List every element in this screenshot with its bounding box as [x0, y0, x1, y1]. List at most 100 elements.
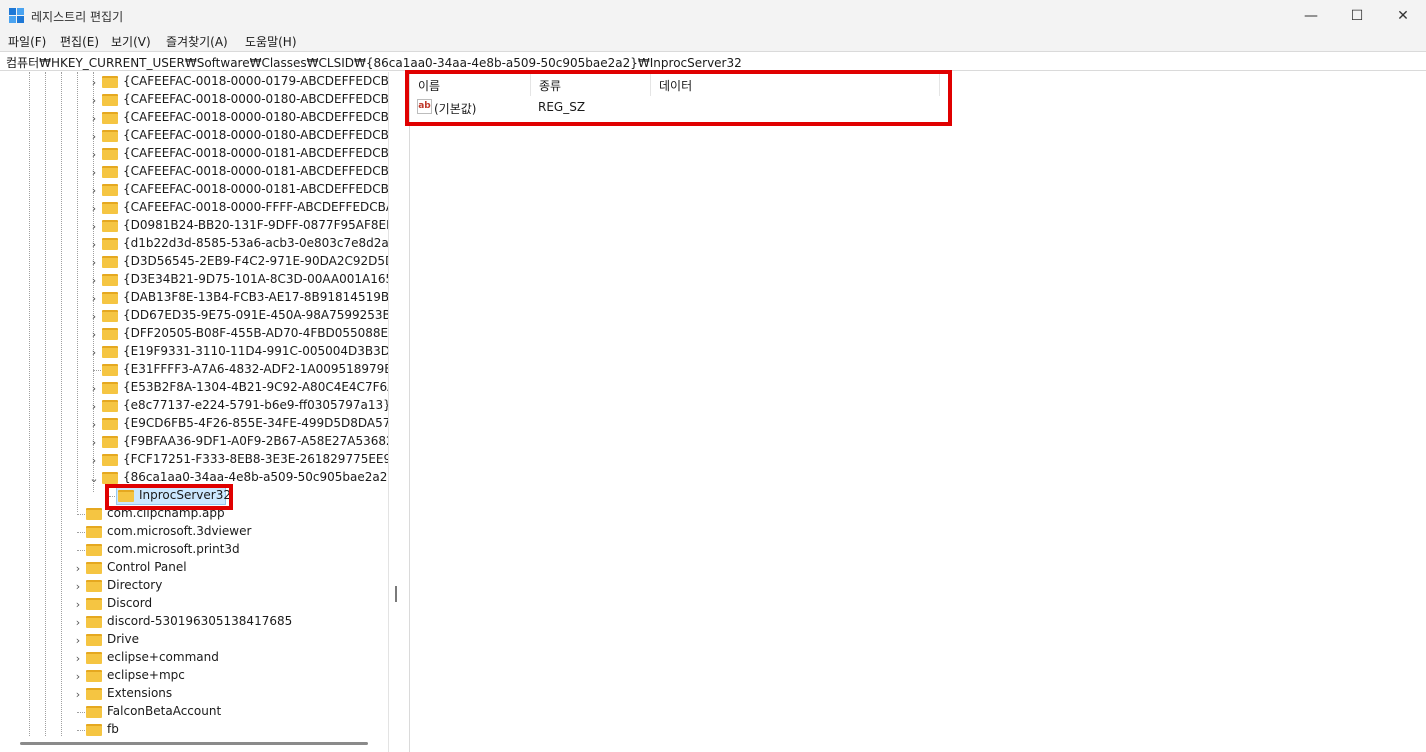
chevron-down-icon[interactable]: ⌄ [88, 469, 100, 487]
minimize-button[interactable]: — [1288, 0, 1334, 31]
tree-item[interactable]: › {CAFEEFAC-0018-0000-0181-ABCDEFFEDCBA} [0, 145, 388, 163]
folder-icon [102, 202, 118, 214]
tree-item[interactable]: com.microsoft.3dviewer [0, 523, 388, 541]
chevron-right-icon[interactable]: › [88, 433, 100, 451]
chevron-right-icon[interactable]: › [88, 91, 100, 109]
folder-icon [86, 562, 102, 574]
tree-item-label: {CAFEEFAC-0018-0000-0181-ABCDEFFEDCBB} [123, 164, 388, 178]
chevron-right-icon[interactable]: › [88, 289, 100, 307]
tree-item[interactable]: › {DAB13F8E-13B4-FCB3-AE17-8B91814519B2} [0, 289, 388, 307]
splitter-grip[interactable] [395, 586, 397, 602]
tree-item[interactable]: com.microsoft.print3d [0, 541, 388, 559]
close-button[interactable]: ✕ [1380, 0, 1426, 31]
address-path[interactable]: 컴퓨터₩HKEY_CURRENT_USER₩Software₩Classes₩C… [6, 54, 742, 71]
tree-item[interactable]: › {CAFEEFAC-0018-0000-FFFF-ABCDEFFEDCBA} [0, 199, 388, 217]
tree-item-label: Discord [107, 596, 153, 610]
chevron-right-icon[interactable]: › [72, 649, 84, 667]
tree-item-label: {86ca1aa0-34aa-4e8b-a509-50c905bae2a2} [123, 470, 388, 484]
chevron-right-icon[interactable]: › [72, 577, 84, 595]
folder-icon [86, 544, 102, 556]
tree-item[interactable]: › {CAFEEFAC-0018-0000-0179-ABCDEFFEDCBC} [0, 73, 388, 91]
tree-item-label: {DD67ED35-9E75-091E-450A-98A7599253BD} [123, 308, 388, 322]
key-tree[interactable]: › {CAFEEFAC-0018-0000-0179-ABCDEFFEDCBC} ›… [0, 72, 388, 752]
tree-guide-line [77, 532, 85, 533]
menu-edit[interactable]: 편집(E) [60, 33, 99, 50]
folder-icon [102, 436, 118, 448]
pane-splitter[interactable] [388, 72, 406, 752]
tree-item[interactable]: › {CAFEEFAC-0018-0000-0180-ABCDEFFEDCBA} [0, 91, 388, 109]
tree-item[interactable]: › {CAFEEFAC-0018-0000-0180-ABCDEFFEDCBC} [0, 127, 388, 145]
chevron-right-icon[interactable]: › [88, 343, 100, 361]
tree-item[interactable]: › Control Panel [0, 559, 388, 577]
tree-item-label: {F9BFAA36-9DF1-A0F9-2B67-A58E27A53682} [123, 434, 388, 448]
chevron-right-icon[interactable]: › [72, 559, 84, 577]
chevron-right-icon[interactable]: › [88, 199, 100, 217]
chevron-right-icon[interactable]: › [88, 415, 100, 433]
menu-help[interactable]: 도움말(H) [245, 33, 297, 50]
chevron-right-icon[interactable]: › [88, 127, 100, 145]
tree-item[interactable]: › {D0981B24-BB20-131F-9DFF-0877F95AF8EB} [0, 217, 388, 235]
chevron-right-icon[interactable]: › [88, 73, 100, 91]
chevron-right-icon[interactable]: › [72, 667, 84, 685]
folder-icon [102, 292, 118, 304]
tree-item[interactable]: › {F9BFAA36-9DF1-A0F9-2B67-A58E27A53682} [0, 433, 388, 451]
tree-item[interactable]: › Extensions [0, 685, 388, 703]
chevron-right-icon[interactable]: › [88, 451, 100, 469]
tree-item[interactable]: › Drive [0, 631, 388, 649]
folder-icon [102, 274, 118, 286]
tree-item[interactable]: {E31FFFF3-A7A6-4832-ADF2-1A009518979B} [0, 361, 388, 379]
chevron-right-icon[interactable]: › [88, 271, 100, 289]
tree-guide-line [77, 550, 85, 551]
tree-item[interactable]: › {E53B2F8A-1304-4B21-9C92-A80C4E4C7F6A} [0, 379, 388, 397]
chevron-right-icon[interactable]: › [88, 307, 100, 325]
tree-item[interactable]: › {CAFEEFAC-0018-0000-0181-ABCDEFFEDCBC} [0, 181, 388, 199]
chevron-right-icon[interactable]: › [88, 109, 100, 127]
tree-item[interactable]: › {D3D56545-2EB9-F4C2-971E-90DA2C92D5DB} [0, 253, 388, 271]
tree-item-label: {e8c77137-e224-5791-b6e9-ff0305797a13} [123, 398, 388, 412]
chevron-right-icon[interactable]: › [88, 145, 100, 163]
tree-item[interactable]: › discord-530196305138417685 [0, 613, 388, 631]
chevron-right-icon[interactable]: › [88, 217, 100, 235]
chevron-right-icon[interactable]: › [72, 685, 84, 703]
tree-item[interactable]: › {DD67ED35-9E75-091E-450A-98A7599253BD} [0, 307, 388, 325]
tree-item[interactable]: FalconBetaAccount [0, 703, 388, 721]
chevron-right-icon[interactable]: › [88, 235, 100, 253]
tree-item[interactable]: › Directory [0, 577, 388, 595]
tree-item[interactable]: › {E9CD6FB5-4F26-855E-34FE-499D5D8DA57D} [0, 415, 388, 433]
tree-item-label: com.microsoft.3dviewer [107, 524, 252, 538]
value-list[interactable]: 이름 종류 데이터 ab (기본값) REG_SZ [405, 70, 1426, 752]
tree-horizontal-scrollbar[interactable] [0, 736, 388, 752]
tree-item[interactable]: › {DFF20505-B08F-455B-AD70-4FBD055088E0} [0, 325, 388, 343]
chevron-right-icon[interactable]: › [88, 163, 100, 181]
chevron-right-icon[interactable]: › [88, 379, 100, 397]
tree-item[interactable]: › {CAFEEFAC-0018-0000-0181-ABCDEFFEDCBB} [0, 163, 388, 181]
tree-item[interactable]: › {D3E34B21-9D75-101A-8C3D-00AA001A1652} [0, 271, 388, 289]
menu-view[interactable]: 보기(V) [111, 33, 151, 50]
tree-item-label: FalconBetaAccount [107, 704, 222, 718]
tree-item-label: {CAFEEFAC-0018-0000-0180-ABCDEFFEDCBA} [123, 92, 388, 106]
tree-item[interactable]: › {e8c77137-e224-5791-b6e9-ff0305797a13} [0, 397, 388, 415]
tree-item-label: {D3D56545-2EB9-F4C2-971E-90DA2C92D5DB} [123, 254, 388, 268]
chevron-right-icon[interactable]: › [88, 253, 100, 271]
tree-item[interactable]: › eclipse+command [0, 649, 388, 667]
tree-item[interactable]: › eclipse+mpc [0, 667, 388, 685]
tree-item[interactable]: › {CAFEEFAC-0018-0000-0180-ABCDEFFEDCBB} [0, 109, 388, 127]
chevron-right-icon[interactable]: › [88, 397, 100, 415]
menu-favorites[interactable]: 즐겨찾기(A) [166, 33, 228, 50]
folder-icon [102, 328, 118, 340]
address-bar[interactable]: 컴퓨터₩HKEY_CURRENT_USER₩Software₩Classes₩C… [0, 51, 1426, 71]
chevron-right-icon[interactable]: › [72, 595, 84, 613]
menu-bar: 파일(F) 편집(E) 보기(V) 즐겨찾기(A) 도움말(H) [0, 31, 1426, 51]
chevron-right-icon[interactable]: › [72, 613, 84, 631]
menu-file[interactable]: 파일(F) [8, 33, 46, 50]
tree-item[interactable]: › {d1b22d3d-8585-53a6-acb3-0e803c7e8d2a} [0, 235, 388, 253]
maximize-button[interactable]: ☐ [1334, 0, 1380, 31]
chevron-right-icon[interactable]: › [88, 325, 100, 343]
chevron-right-icon[interactable]: › [88, 181, 100, 199]
tree-item[interactable]: › {FCF17251-F333-8EB8-3E3E-261829775EE9} [0, 451, 388, 469]
scrollbar-thumb[interactable] [20, 742, 368, 745]
tree-item-label: Directory [107, 578, 163, 592]
tree-item[interactable]: › Discord [0, 595, 388, 613]
chevron-right-icon[interactable]: › [72, 631, 84, 649]
tree-item[interactable]: › {E19F9331-3110-11D4-991C-005004D3B3DB} [0, 343, 388, 361]
